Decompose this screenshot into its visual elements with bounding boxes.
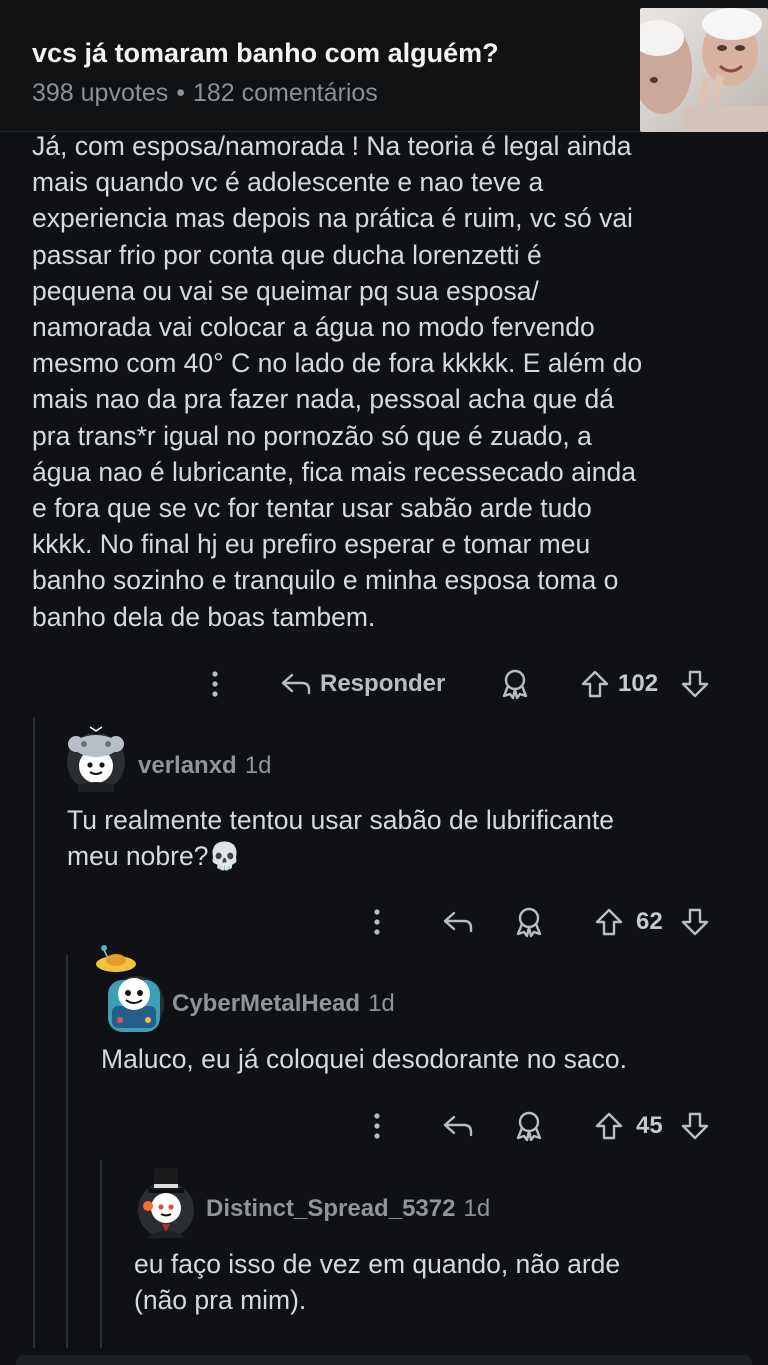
score-value: 102 [618, 670, 659, 697]
downvote-icon [680, 907, 710, 937]
comment-age: 1d [368, 990, 395, 1017]
upvote-button[interactable] [592, 1104, 626, 1148]
reply-button[interactable] [440, 900, 476, 944]
vote-score: 102 [618, 662, 658, 706]
award-button[interactable] [512, 1104, 546, 1148]
reply-button[interactable]: Responder [280, 662, 445, 706]
upvote-count: 398 upvotes [32, 79, 169, 107]
avatar[interactable] [64, 722, 128, 799]
vote-score: 45 [636, 1104, 663, 1148]
reply-arrow-icon [280, 671, 312, 697]
upvote-icon [594, 907, 624, 937]
score-value: 45 [636, 1112, 663, 1139]
award-icon [514, 906, 544, 938]
award-button[interactable] [498, 662, 532, 706]
thread-line[interactable] [33, 718, 35, 1348]
award-button[interactable] [512, 900, 546, 944]
post-title[interactable]: vcs já tomaram banho com alguém? [32, 38, 499, 69]
bottom-bar[interactable] [16, 1355, 752, 1365]
award-icon [500, 668, 530, 700]
username[interactable]: verlanxd [138, 752, 237, 780]
post-meta: 398 upvotes • 182 comentários [32, 79, 378, 108]
thread-line[interactable] [100, 1160, 102, 1348]
username[interactable]: CyberMetalHead [172, 990, 360, 1018]
reply-button[interactable] [440, 1104, 476, 1148]
comment-age: 1d [244, 752, 272, 779]
comment-text: Maluco, eu já coloquei desodorante no sa… [101, 1044, 627, 1074]
score-value: 62 [636, 908, 663, 935]
more-options-button[interactable] [200, 662, 230, 706]
comment-count[interactable]: 182 comentários [193, 79, 378, 107]
username[interactable]: Distinct_Spread_5372 [206, 1195, 455, 1223]
avatar[interactable] [94, 940, 166, 1041]
downvote-button[interactable] [678, 662, 712, 706]
downvote-button[interactable] [678, 1104, 712, 1148]
comment-header: verlanxd 1d [138, 752, 271, 780]
reply-label: Responder [320, 670, 446, 697]
comment-text: eu faço isso de vez em quando, não arde … [134, 1249, 621, 1315]
downvote-icon [680, 1111, 710, 1141]
more-vertical-icon [212, 671, 218, 697]
reply-arrow-icon [442, 1113, 474, 1139]
comment-header: Distinct_Spread_5372 1d [206, 1195, 490, 1223]
meta-separator: • [176, 79, 185, 107]
top-comment-text: Já, com esposa/namorada ! Na teoria é le… [32, 131, 643, 632]
more-vertical-icon [374, 909, 380, 935]
more-options-button[interactable] [362, 1104, 392, 1148]
comment-header: CyberMetalHead 1d [172, 990, 395, 1018]
reply-arrow-icon [442, 909, 474, 935]
more-options-button[interactable] [362, 900, 392, 944]
upvote-button[interactable] [578, 662, 612, 706]
avatar[interactable] [134, 1162, 198, 1245]
upvote-icon [580, 669, 610, 699]
vote-score: 62 [636, 900, 663, 944]
upvote-button[interactable] [592, 900, 626, 944]
post-header: vcs já tomaram banho com alguém? 398 upv… [0, 0, 768, 132]
post-thumbnail[interactable] [640, 8, 768, 132]
comment-text: Tu realmente tentou usar sabão de lubrif… [67, 805, 615, 871]
thread-line[interactable] [66, 955, 68, 1348]
upvote-icon [594, 1111, 624, 1141]
downvote-icon [680, 669, 710, 699]
comment-age: 1d [463, 1195, 491, 1222]
downvote-button[interactable] [678, 900, 712, 944]
award-icon [514, 1110, 544, 1142]
more-vertical-icon [374, 1113, 380, 1139]
